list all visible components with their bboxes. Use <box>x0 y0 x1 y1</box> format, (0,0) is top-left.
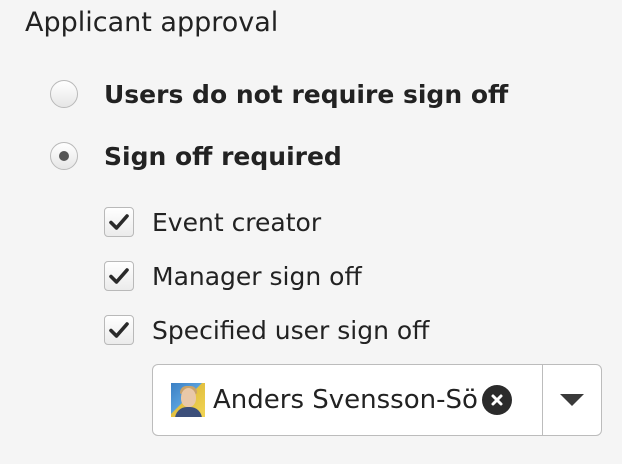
checkmark-icon <box>109 214 129 230</box>
checkbox[interactable] <box>104 315 134 345</box>
radio-button-selected[interactable] <box>50 142 78 170</box>
radio-label: Users do not require sign off <box>104 79 509 109</box>
checkbox[interactable] <box>104 207 134 237</box>
checkbox[interactable] <box>104 261 134 291</box>
radio-selected-dot <box>59 151 69 161</box>
section-title: Applicant approval <box>25 7 279 38</box>
checkmark-icon <box>109 322 129 338</box>
radio-label: Sign off required <box>104 141 342 171</box>
radio-button-unselected[interactable] <box>50 80 78 108</box>
checkmark-icon <box>109 268 129 284</box>
user-avatar <box>171 383 205 417</box>
caret-down-icon <box>560 394 584 406</box>
checkbox-label: Specified user sign off <box>152 315 430 345</box>
selected-user-chip[interactable]: Anders Svensson-Sö <box>153 365 542 435</box>
clear-circle-icon[interactable] <box>481 385 512 415</box>
dropdown-toggle-button[interactable] <box>543 365 601 435</box>
applicant-approval-panel: Applicant approval Users do not require … <box>0 0 622 464</box>
radio-users-no-sign-off[interactable]: Users do not require sign off <box>50 76 508 112</box>
specified-user-select[interactable]: Anders Svensson-Sö <box>152 364 602 436</box>
checkbox-manager-sign-off[interactable]: Manager sign off <box>104 258 362 294</box>
checkbox-specified-user-sign-off[interactable]: Specified user sign off <box>104 312 429 348</box>
close-icon <box>491 394 503 406</box>
checkbox-event-creator[interactable]: Event creator <box>104 204 321 240</box>
radio-sign-off-required[interactable]: Sign off required <box>50 138 342 174</box>
selected-user-name: Anders Svensson-Sö <box>213 385 478 415</box>
checkbox-label: Event creator <box>152 207 322 237</box>
checkbox-label: Manager sign off <box>152 261 362 291</box>
